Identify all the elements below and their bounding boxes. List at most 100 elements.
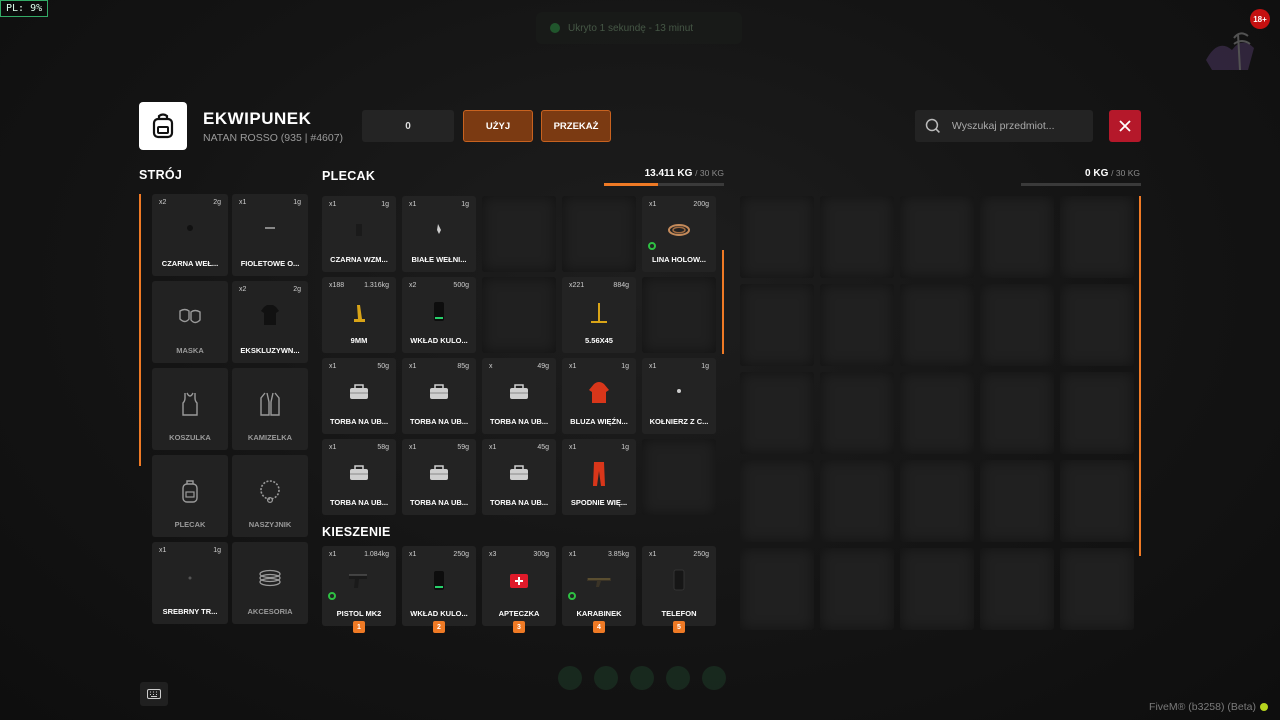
item-name: EKSKLUZYWN... bbox=[240, 346, 300, 355]
outfit-slot[interactable]: KOSZULKA bbox=[152, 368, 228, 450]
pocket-slot[interactable]: x1 1.084kg PISTOL MK2 bbox=[322, 546, 396, 626]
durability-ring-icon bbox=[328, 592, 336, 600]
empty-slot[interactable] bbox=[482, 196, 556, 272]
empty-slot[interactable] bbox=[820, 460, 894, 542]
empty-slot[interactable] bbox=[740, 284, 814, 366]
item-name: KOŁNIERZ Z C... bbox=[649, 417, 709, 426]
backpack-scrollbar[interactable] bbox=[722, 250, 724, 354]
pocket-slot[interactable]: x1 250g TELEFON bbox=[642, 546, 716, 626]
empty-slot[interactable] bbox=[980, 548, 1054, 630]
outfit-slot[interactable]: AKCESORIA bbox=[232, 542, 308, 624]
empty-slot[interactable] bbox=[562, 196, 636, 272]
empty-slot[interactable] bbox=[740, 372, 814, 454]
empty-slot[interactable] bbox=[1060, 548, 1134, 630]
empty-slot[interactable] bbox=[820, 196, 894, 278]
empty-slot[interactable] bbox=[1060, 460, 1134, 542]
hud-icon bbox=[594, 666, 618, 690]
phone-icon bbox=[673, 569, 685, 591]
backpack-slot[interactable]: x1 85g TORBA NA UB... bbox=[402, 358, 476, 434]
backpack-slot[interactable]: x1 1g BIAŁE WEŁNI... bbox=[402, 196, 476, 272]
bag-icon bbox=[350, 465, 368, 480]
empty-slot[interactable] bbox=[740, 548, 814, 630]
backpack-slot[interactable]: x1 200g LINA HOLOW... bbox=[642, 196, 716, 272]
empty-slot[interactable] bbox=[900, 548, 974, 630]
keyboard-button[interactable] bbox=[140, 682, 168, 706]
packet-loss-indicator: PL: 9% bbox=[0, 0, 49, 17]
search-input[interactable] bbox=[949, 119, 1093, 133]
item-image bbox=[562, 459, 636, 487]
pocket-slot[interactable]: x1 3.85kg KARABINEK bbox=[562, 546, 636, 626]
backpack-slot[interactable]: x188 1.316kg 9MM bbox=[322, 277, 396, 353]
outfit-slot[interactable]: KAMIZELKA bbox=[232, 368, 308, 450]
outfit-slot[interactable]: x1 1g FIOLETOWE O... bbox=[232, 194, 308, 276]
empty-slot[interactable] bbox=[980, 284, 1054, 366]
item-name: TORBA NA UB... bbox=[489, 417, 549, 426]
backpack-slot[interactable]: x1 1g CZARNA WZM... bbox=[322, 196, 396, 272]
glasses-icon bbox=[265, 227, 275, 229]
build-text: FiveM® (b3258) (Beta) bbox=[1149, 701, 1256, 713]
outfit-slot[interactable]: x2 2g CZARNA WEŁ... bbox=[152, 194, 228, 276]
close-button[interactable] bbox=[1109, 110, 1141, 142]
empty-slot[interactable] bbox=[900, 372, 974, 454]
backpack-slot[interactable]: x1 1g KOŁNIERZ Z C... bbox=[642, 358, 716, 434]
backpack-slot[interactable]: x1 45g TORBA NA UB... bbox=[482, 439, 556, 515]
item-count: x1 bbox=[649, 201, 657, 208]
outfit-slot[interactable]: x2 2g EKSKLUZYWN... bbox=[232, 281, 308, 363]
shirt-icon bbox=[261, 305, 279, 325]
backpack-slot[interactable]: x1 58g TORBA NA UB... bbox=[322, 439, 396, 515]
give-button[interactable]: PRZEKAŻ bbox=[541, 110, 611, 142]
item-name: CZARNA WZM... bbox=[330, 255, 388, 264]
empty-slot[interactable] bbox=[820, 284, 894, 366]
empty-slot[interactable] bbox=[980, 372, 1054, 454]
empty-slot[interactable] bbox=[740, 460, 814, 542]
hud-icon bbox=[630, 666, 654, 690]
empty-slot[interactable] bbox=[740, 196, 814, 278]
search-box[interactable] bbox=[915, 110, 1093, 142]
backpack-slot[interactable]: x1 1g BLUZA WIĘŹN... bbox=[562, 358, 636, 434]
backpack-slot[interactable]: x2 500g WKŁAD KULO... bbox=[402, 277, 476, 353]
pistol-icon bbox=[349, 574, 367, 588]
empty-slot[interactable] bbox=[900, 196, 974, 278]
pocket-slot[interactable]: x1 250g WKŁAD KULO... bbox=[402, 546, 476, 626]
item-name: WKŁAD KULO... bbox=[410, 336, 468, 345]
empty-slot[interactable] bbox=[900, 284, 974, 366]
item-name: TELEFON bbox=[661, 609, 697, 618]
empty-slot[interactable] bbox=[1060, 372, 1134, 454]
item-image bbox=[402, 216, 476, 244]
empty-slot[interactable] bbox=[1060, 196, 1134, 278]
empty-slot[interactable] bbox=[482, 277, 556, 353]
backpack-slot[interactable]: x 49g TORBA NA UB... bbox=[482, 358, 556, 434]
ground-weight-value: 0 KG bbox=[1085, 168, 1109, 179]
backpack-slot[interactable]: x221 884g 5.56X45 bbox=[562, 277, 636, 353]
item-count: x1 bbox=[569, 363, 577, 370]
empty-slot[interactable] bbox=[1060, 284, 1134, 366]
outfit-slot[interactable]: x1 1g SREBRNY TR... bbox=[152, 542, 228, 624]
empty-slot[interactable] bbox=[642, 277, 716, 353]
outfit-slot[interactable]: MASKA bbox=[152, 281, 228, 363]
empty-slot[interactable] bbox=[980, 196, 1054, 278]
backpack-slot[interactable]: x1 1g SPODNIE WIĘ... bbox=[562, 439, 636, 515]
item-image bbox=[482, 459, 556, 487]
durability-ring-icon bbox=[648, 242, 656, 250]
pockets-section-title: KIESZENIE bbox=[322, 525, 391, 539]
empty-slot[interactable] bbox=[980, 460, 1054, 542]
glove-icon bbox=[356, 224, 362, 236]
item-name: MASKA bbox=[176, 346, 204, 355]
outfit-slot[interactable]: PLECAK bbox=[152, 455, 228, 537]
empty-slot[interactable] bbox=[820, 548, 894, 630]
item-weight: 200g bbox=[693, 201, 709, 208]
item-image bbox=[232, 301, 308, 329]
quantity-input[interactable]: 0 bbox=[362, 110, 454, 142]
item-count: x1 bbox=[649, 363, 657, 370]
backpack-slot[interactable]: x1 50g TORBA NA UB... bbox=[322, 358, 396, 434]
outfit-slot[interactable]: NASZYJNIK bbox=[232, 455, 308, 537]
empty-slot[interactable] bbox=[642, 439, 716, 515]
search-icon bbox=[925, 118, 940, 134]
empty-slot[interactable] bbox=[820, 372, 894, 454]
ground-scrollbar[interactable] bbox=[1139, 196, 1141, 556]
use-button[interactable]: UŻYJ bbox=[463, 110, 533, 142]
item-weight: 3.85kg bbox=[607, 551, 629, 558]
pocket-slot[interactable]: x3 300g APTECZKA bbox=[482, 546, 556, 626]
empty-slot[interactable] bbox=[900, 460, 974, 542]
backpack-slot[interactable]: x1 59g TORBA NA UB... bbox=[402, 439, 476, 515]
